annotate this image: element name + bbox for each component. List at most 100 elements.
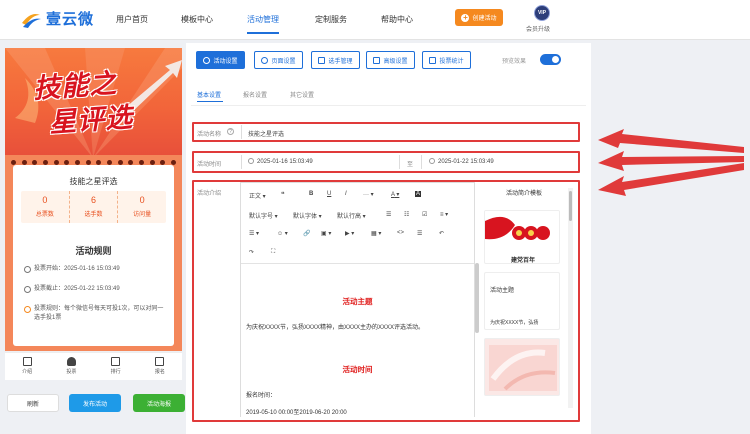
ranking-icon: [111, 357, 121, 366]
brand-name: 壹云微: [46, 11, 95, 28]
bold-icon[interactable]: B: [309, 191, 313, 197]
brand-logo[interactable]: 壹云微: [20, 8, 94, 29]
bottom-nav-signup[interactable]: 报名: [138, 353, 182, 380]
sliders-icon: [373, 56, 381, 64]
content-heading-time: 活动时间: [342, 365, 373, 374]
numbered-list-icon[interactable]: ☷: [404, 211, 409, 218]
template-scrollbar-track: [568, 188, 573, 408]
bullet-list-icon[interactable]: ☰: [386, 211, 391, 218]
start-time-input[interactable]: 2025-01-16 15:03:49: [248, 158, 313, 165]
page-background: [591, 43, 750, 434]
end-time-input[interactable]: 2025-01-22 15:03:49: [429, 158, 494, 165]
advanced-settings-button[interactable]: 高级设置: [366, 51, 415, 69]
tab-signup-settings[interactable]: 报名设置: [243, 90, 267, 99]
template-item[interactable]: 活动主题 为庆祝XXXX节，弘扬: [484, 272, 560, 330]
font-size-select[interactable]: 默认字号 ▾: [249, 211, 278, 220]
bottom-nav-vote[interactable]: 投票: [49, 353, 93, 380]
template-thumbnail: [485, 211, 559, 251]
link-icon[interactable]: 🔗: [303, 230, 310, 237]
nav-help-center[interactable]: 帮助中心: [381, 14, 413, 25]
nav-activity-management[interactable]: 活动管理: [247, 14, 279, 25]
activity-info-card: 技能之星评选 0 总票数 6 选手数 0 访问量 RULES 活动规则 投票开始…: [13, 165, 174, 346]
help-icon[interactable]: ?: [227, 128, 234, 135]
nav-home[interactable]: 用户首页: [116, 14, 148, 25]
align-icon[interactable]: ≡ ▾: [440, 211, 448, 218]
poster-button[interactable]: 活动海报: [133, 394, 185, 412]
indent-icon[interactable]: ☰ ▾: [249, 230, 259, 237]
fullscreen-icon[interactable]: ⛶: [271, 249, 275, 256]
editor-content[interactable]: 活动主题 为庆祝XXXX节，弘扬XXXX精神，由XXXX主办的XXXX评选活动。…: [241, 263, 474, 418]
line-height-select[interactable]: 默认行高 ▾: [337, 211, 366, 220]
quote-icon[interactable]: ❝: [281, 191, 285, 198]
create-activity-label: 创建活动: [472, 16, 497, 22]
clock-icon: [429, 158, 435, 164]
template-item[interactable]: 建党百年: [484, 210, 560, 264]
plus-icon: +: [461, 12, 470, 22]
active-tab-indicator: [197, 101, 223, 102]
tab-other-settings[interactable]: 其它设置: [290, 90, 314, 99]
undo-icon[interactable]: ↶: [439, 230, 444, 237]
activity-name-input[interactable]: 技能之星评选: [248, 129, 284, 138]
rich-text-editor: 正文 ▾ ❝ B U I ··· ▾ A ▾ A 默认字号 ▾ 默认字体 ▾ 默…: [240, 182, 479, 418]
divider: [191, 105, 586, 106]
stats-panel: 0 总票数 6 选手数 0 访问量: [21, 191, 166, 223]
field-separator: [399, 155, 400, 169]
logo-icon: [22, 13, 41, 28]
nav-custom-service[interactable]: 定制服务: [315, 14, 347, 25]
card-title: 技能之星评选: [69, 177, 118, 186]
activity-time-label: 活动时间: [197, 162, 222, 168]
font-family-select[interactable]: 默认字体 ▾: [293, 211, 322, 220]
background-color-icon[interactable]: A: [415, 191, 422, 197]
vote-statistics-button[interactable]: 投票统计: [422, 51, 471, 69]
vip-upgrade-label[interactable]: 会员升级: [526, 24, 550, 33]
publish-button[interactable]: 发布活动: [69, 394, 121, 412]
activity-intro-label: 活动介绍: [197, 191, 222, 197]
more-icon[interactable]: ··· ▾: [363, 191, 374, 198]
emoji-icon[interactable]: ☺ ▾: [277, 230, 288, 237]
content-heading-theme: 活动主题: [342, 297, 373, 306]
create-activity-button[interactable]: + 创建活动: [455, 9, 503, 26]
template-scrollbar-thumb[interactable]: [569, 191, 572, 221]
todo-icon[interactable]: ☑: [422, 211, 427, 218]
info-icon: [24, 306, 31, 313]
preview-toggle[interactable]: [540, 54, 561, 65]
divider-icon[interactable]: ☰: [417, 230, 422, 237]
template-caption: 活动主题: [490, 288, 515, 294]
clock-icon: [24, 286, 31, 293]
settings-panel: 活动设置 页面设置 选手管理 高级设置 投票统计 预览效果 基本设置 报名设置 …: [186, 43, 591, 434]
redo-icon[interactable]: ↷: [249, 249, 254, 256]
content-paragraph: 报名时间：: [246, 393, 277, 399]
users-icon: [318, 56, 326, 64]
template-subtext: 为庆祝XXXX节，弘扬: [490, 320, 539, 326]
user-icon: [66, 357, 76, 366]
nav-templates[interactable]: 模板中心: [181, 14, 213, 25]
template-item[interactable]: [484, 338, 560, 396]
bottom-nav-ranking[interactable]: 排行: [94, 353, 138, 380]
preview-banner: 技能之 星评选: [5, 48, 182, 155]
document-icon: [22, 357, 32, 366]
underline-icon[interactable]: U: [327, 191, 331, 197]
bottom-nav-intro[interactable]: 介绍: [5, 353, 49, 380]
field-separator: [421, 155, 422, 169]
vip-icon[interactable]: VIP: [534, 5, 550, 21]
page-settings-button[interactable]: 页面设置: [254, 51, 303, 69]
image-icon[interactable]: ▣ ▾: [321, 230, 331, 237]
font-color-icon[interactable]: A ▾: [391, 191, 399, 198]
rules-title: 活动规则: [75, 246, 112, 256]
table-icon[interactable]: ▦ ▾: [371, 230, 381, 237]
italic-icon[interactable]: I: [345, 191, 347, 197]
stat-contestants: 6 选手数: [70, 191, 119, 223]
paragraph-style-select[interactable]: 正文 ▾: [249, 191, 266, 200]
top-navbar: 壹云微 用户首页 模板中心 活动管理 定制服务 帮助中心 + 创建活动 VIP …: [0, 0, 750, 40]
stat-visits: 0 访问量: [133, 195, 152, 218]
activity-settings-button[interactable]: 活动设置: [196, 51, 245, 69]
code-icon[interactable]: <>: [397, 230, 404, 236]
banner-title-line2: 星评选: [48, 102, 135, 138]
field-separator: [241, 155, 242, 169]
video-icon[interactable]: ▶ ▾: [345, 230, 354, 237]
refresh-button[interactable]: 刷新: [7, 394, 59, 412]
contestant-management-button[interactable]: 选手管理: [311, 51, 360, 69]
template-panel-title: 活动简介模板: [505, 191, 542, 197]
rule-vote: 投票规则：每个微信号每天可投1次，可以对同一选手投1票: [24, 305, 169, 323]
tab-basic-settings[interactable]: 基本设置: [197, 90, 221, 99]
